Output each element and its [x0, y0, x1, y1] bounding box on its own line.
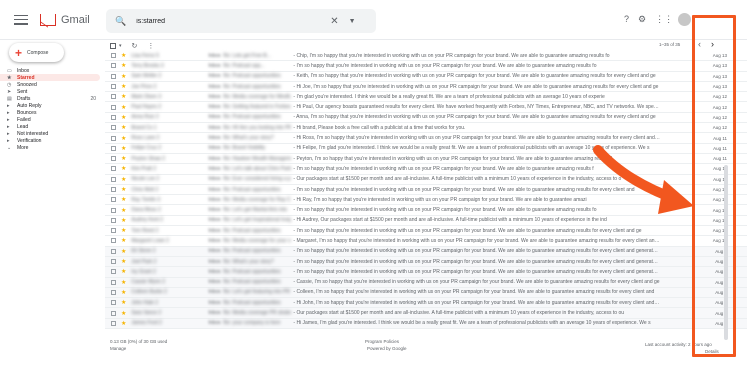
arrow-head: [658, 180, 694, 214]
gmail-window: Gmail 🔍 ✕ ▼ ? ⚙ ⋮⋮ + Compose ▭Inbox★Star…: [0, 0, 747, 375]
annotation-arrow: [593, 145, 694, 214]
